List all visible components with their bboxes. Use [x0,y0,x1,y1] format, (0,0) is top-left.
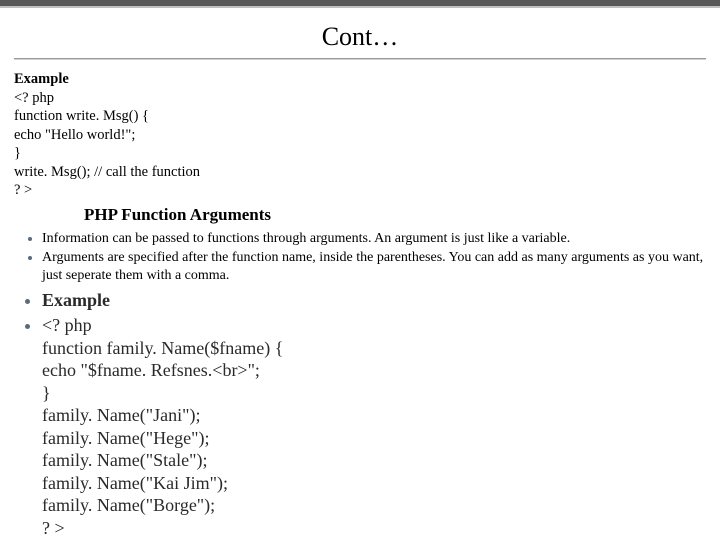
list-item: Arguments are specified after the functi… [42,249,706,285]
example-label-2: Example [42,290,110,310]
list-item: <? php function family. Name($fname) { e… [42,314,706,539]
section-heading: PHP Function Arguments [14,200,706,230]
code-line: family. Name("Borge"); [42,494,706,517]
code-line: <? php [14,89,706,108]
code-line: } [42,382,706,405]
code-line: write. Msg(); // call the function [14,163,706,182]
slide-top-border [0,0,720,8]
code-line: echo "$fname. Refsnes.<br>"; [42,359,706,382]
example-label-1: Example [14,70,706,89]
code-line: family. Name("Jani"); [42,404,706,427]
code-block-2: <? php function family. Name($fname) { e… [42,314,706,539]
slide-content: Example <? php function write. Msg() { e… [0,66,720,539]
list-item: Example [42,289,706,312]
bullet-list-example2: Example <? php function family. Name($fn… [14,289,706,539]
code-line: family. Name("Kai Jim"); [42,472,706,495]
code-line: function write. Msg() { [14,107,706,126]
code-line: } [14,144,706,163]
bullet-list-info: Information can be passed to functions t… [14,230,706,286]
code-line: family. Name("Hege"); [42,427,706,450]
code-line: function family. Name($fname) { [42,337,706,360]
code-block-1: <? php function write. Msg() { echo "Hel… [14,89,706,200]
code-line: <? php [42,314,706,337]
slide-title: Cont… [0,8,720,58]
code-line: ? > [42,517,706,540]
code-line: echo "Hello world!"; [14,126,706,145]
code-line: ? > [14,181,706,200]
title-underline [14,58,706,60]
code-line: family. Name("Stale"); [42,449,706,472]
list-item: Information can be passed to functions t… [42,230,706,248]
